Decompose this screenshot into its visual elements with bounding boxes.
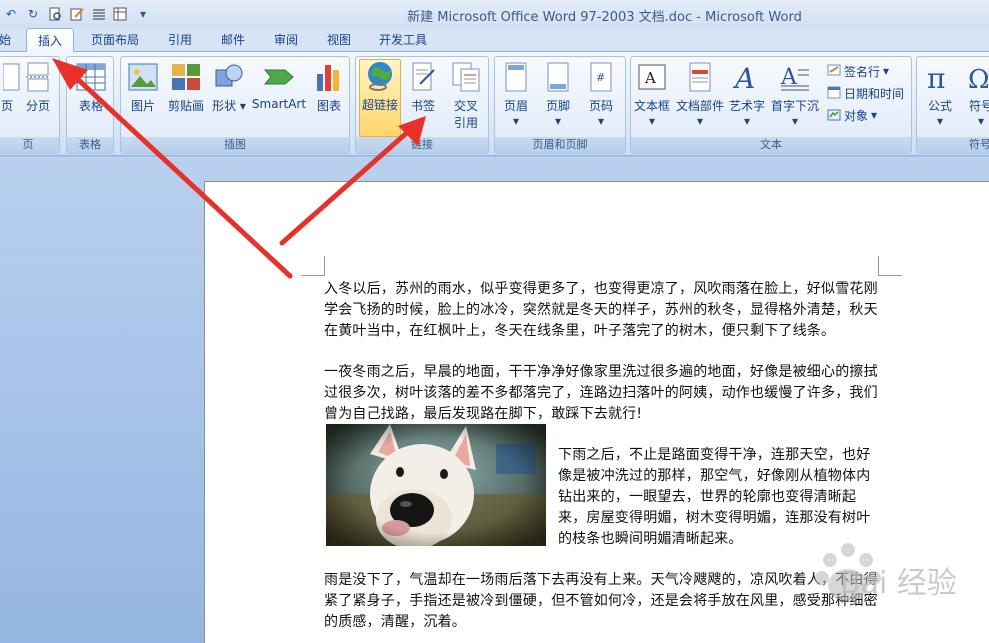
calendar-icon (827, 85, 841, 102)
pi-icon: π (924, 61, 956, 93)
group-illustrations: 图片 剪贴画 形状 ▾ SmartArt 图表 插图 (120, 56, 350, 154)
table-button[interactable]: 表格 (69, 61, 113, 135)
quick-parts-icon (684, 61, 716, 93)
cross-reference-icon (450, 61, 482, 93)
tab-page-layout[interactable]: 页面布局 (84, 28, 146, 52)
group-links: 超链接 书签 交叉 引用 链接 (355, 56, 489, 154)
quick-parts-button[interactable]: 文档部件 ▾ (673, 61, 727, 135)
margin-mark-top-left (301, 256, 325, 276)
page-break-icon (22, 61, 54, 93)
ribbon-tabs: 始 插入 页面布局 引用 邮件 审阅 视图 开发工具 (0, 28, 989, 53)
ribbon: 页 分页 页 表格 表格 图片 剪贴画 形状 ▾ SmartArt 图表 插图 … (0, 52, 989, 156)
page-number-icon: # (585, 61, 617, 93)
tab-developer[interactable]: 开发工具 (370, 28, 436, 52)
chart-button[interactable]: 图表 (309, 61, 349, 135)
wordart-icon: A (731, 61, 763, 93)
cross-reference-button[interactable]: 交叉 引用 (444, 61, 488, 135)
tab-mailings[interactable]: 邮件 (211, 28, 255, 52)
dog-photo[interactable] (326, 424, 546, 546)
textbox-button[interactable]: A 文本框 ▾ (631, 61, 673, 135)
shapes-button[interactable]: 形状 ▾ (209, 61, 249, 135)
shapes-icon (213, 61, 245, 93)
omega-icon: Ω (965, 61, 989, 93)
header-button[interactable]: 页眉 ▾ (495, 61, 537, 135)
page-number-button[interactable]: # 页码 ▾ (579, 61, 623, 135)
signature-line-button[interactable]: 签名行 ▾ (827, 61, 889, 81)
dropcap-icon: A (779, 61, 811, 93)
group-symbols: π 公式 ▾ Ω 符号 ▾ 符号 (916, 56, 989, 154)
bar-chart-icon (313, 61, 345, 93)
page-break-button[interactable]: 分页 (19, 61, 57, 135)
tab-insert[interactable]: 插入 (26, 28, 74, 53)
date-time-button[interactable]: 日期和时间 (827, 83, 904, 103)
object-button[interactable]: 对象 ▾ (827, 105, 877, 125)
footer-icon (542, 61, 574, 93)
paragraph-4[interactable]: 雨是没下了，气温却在一场雨后落下去再没有上来。天气冷飕飕的，凉风吹着人，不由得紧… (324, 570, 880, 633)
tab-view[interactable]: 视图 (317, 28, 361, 52)
clipart-icon (170, 61, 202, 93)
globe-link-icon (364, 60, 396, 92)
group-text: A 文本框 ▾ 文档部件 ▾ A 艺术字 ▾ A 首字下沉 ▾ 签名行 ▾ 日期… (630, 56, 912, 154)
textbox-icon: A (636, 61, 668, 93)
paragraph-1[interactable]: 入冬以后，苏州的雨水，似乎变得更多了，也变得更凉了，风吹雨落在脸上，好似雪花刚学… (324, 279, 880, 342)
tab-references[interactable]: 引用 (158, 28, 202, 52)
svg-text:A: A (644, 69, 656, 87)
margin-mark-top-right (878, 256, 902, 276)
object-icon (827, 107, 841, 124)
group-pages: 页 分页 页 (0, 56, 60, 154)
bookmark-icon (407, 61, 439, 93)
tab-review[interactable]: 审阅 (264, 28, 308, 52)
svg-text:A: A (733, 62, 755, 92)
tab-home[interactable]: 始 (0, 28, 16, 52)
window-title: 新建 Microsoft Office Word 97-2003 文档.doc … (407, 10, 802, 25)
picture-icon (127, 61, 159, 93)
smartart-button[interactable]: SmartArt (249, 61, 309, 135)
clipart-button[interactable]: 剪贴画 (163, 61, 209, 135)
svg-text:#: # (596, 71, 605, 84)
smartart-icon (263, 61, 295, 93)
footer-button[interactable]: 页脚 ▾ (537, 61, 579, 135)
dropcap-button[interactable]: A 首字下沉 ▾ (767, 61, 823, 135)
group-header-footer: 页眉 ▾ 页脚 ▾ # 页码 ▾ 页眉和页脚 (494, 56, 626, 154)
paragraph-2[interactable]: 一夜冬雨之后，早晨的地面，干干净净好像家里洗过很多遍的地面，好像是被细心的擦拭过… (324, 362, 880, 425)
signature-icon (827, 63, 841, 80)
wordart-button[interactable]: A 艺术字 ▾ (727, 61, 767, 135)
bookmark-button[interactable]: 书签 (402, 61, 444, 135)
hyperlink-button[interactable]: 超链接 (359, 59, 401, 137)
picture-button[interactable]: 图片 (123, 61, 163, 135)
watermark-text: Bai 经验 (840, 566, 957, 601)
table-icon (75, 61, 107, 93)
baidu-watermark: Bai 经验 (800, 530, 989, 643)
page-button[interactable]: 页 (0, 61, 20, 135)
title-bar: ↶ ↻ ▾ 新建 Microsoft Office Word 97-2003 文… (0, 0, 989, 28)
svg-text:π: π (927, 62, 945, 92)
equation-button[interactable]: π 公式 ▾ (919, 61, 961, 135)
svg-text:Ω: Ω (968, 65, 989, 92)
group-table: 表格 表格 (66, 56, 114, 154)
header-icon (500, 61, 532, 93)
symbol-button[interactable]: Ω 符号 ▾ (963, 61, 989, 135)
